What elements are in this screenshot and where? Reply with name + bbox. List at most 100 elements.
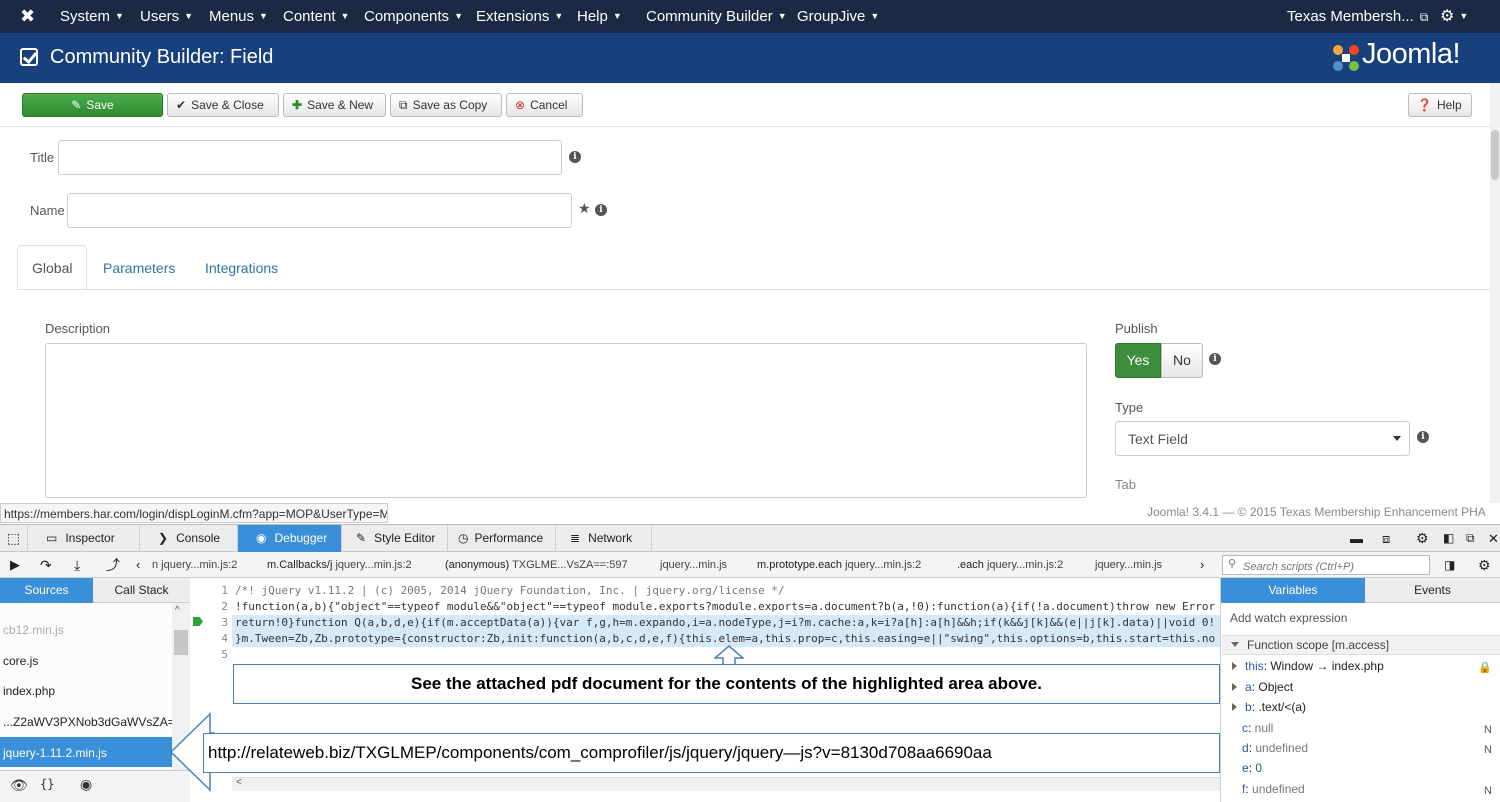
pick-element-icon[interactable]: ⬚ [0,525,28,552]
scrollbar-thumb[interactable] [174,630,188,655]
menu-system[interactable]: System ▼ [60,0,124,33]
search-scripts-input[interactable] [1222,555,1430,575]
menu-content[interactable]: Content ▼ [283,0,349,33]
tab-console[interactable]: ❯ Console [140,525,238,552]
toggle-panes-icon[interactable]: ◨ [1444,552,1455,578]
variable-row[interactable]: c: null N [1222,720,1500,740]
checkbox-edit-icon [20,48,38,66]
tab-style-editor[interactable]: ✎ Style Editor [342,525,448,552]
description-editor[interactable] [45,343,1087,498]
info-icon[interactable]: i [1209,353,1221,365]
tab-variables[interactable]: Variables [1221,578,1365,603]
site-link[interactable]: Texas Membersh... ⧉ [1287,0,1428,33]
scope-label: Function scope [m.access] [1247,638,1390,652]
debugger-options-gear-icon[interactable]: ⚙ [1478,552,1491,578]
menu-help[interactable]: Help ▼ [577,0,622,33]
blackbox-icon[interactable]: ◉ [80,776,92,793]
tab-call-stack[interactable]: Call Stack [93,578,190,603]
variable-row[interactable]: this: Window → index.php 🔒 [1222,658,1500,678]
variable-row[interactable]: d: undefined N [1222,740,1500,760]
menu-groupjive[interactable]: GroupJive ▼ [797,0,879,33]
menu-menus[interactable]: Menus ▼ [209,0,268,33]
resume-icon[interactable]: ▶ [10,552,20,578]
close-icon[interactable]: ✕ [1488,525,1500,552]
cancel-circle-icon: ⊗ [515,98,526,112]
tab-events[interactable]: Events [1365,578,1500,603]
add-watch-expression[interactable]: Add watch expression [1222,611,1500,631]
save-close-button[interactable]: ✔ Save & Close [167,93,279,117]
gear-icon[interactable]: ⚙ ▼ [1440,0,1468,33]
responsive-icon[interactable]: ⧈ [1382,525,1402,552]
tab-global[interactable]: Global [17,245,87,290]
tab-performance[interactable]: ◷ Performance [448,525,556,552]
menu-components[interactable]: Components ▼ [364,0,463,33]
step-in-icon[interactable]: ⤓ [74,552,80,578]
button-label: Save & Close [191,98,264,112]
chevron-left-icon[interactable]: ‹ [136,552,140,578]
variable-row[interactable]: a: Object [1222,679,1500,699]
publish-no-button[interactable]: No [1161,343,1203,378]
dock-bottom-icon[interactable]: ▬ [1350,525,1370,552]
variable-name: d [1242,741,1249,755]
cancel-button[interactable]: ⊗ Cancel [506,93,583,117]
step-over-icon[interactable]: ↷ [40,552,52,578]
popout-icon[interactable]: ⧉ [1466,525,1482,552]
settings-gear-icon[interactable]: ⚙ [1416,525,1436,552]
tab-inspector[interactable]: ▭ Inspector [28,525,140,552]
step-out-icon[interactable]: ⤴ [106,552,120,578]
info-icon[interactable]: i [569,151,581,163]
source-item-selected[interactable]: jquery-1.11.2.min.js [0,737,172,767]
line-number: 3 [221,616,228,629]
stack-crumb[interactable]: .each jquery...min.js:2 [957,552,1063,578]
help-button[interactable]: ❓ Help [1408,93,1472,117]
info-icon[interactable]: i [1417,431,1429,443]
source-item[interactable]: core.js [0,645,172,675]
inspector-icon: ▭ [46,531,58,545]
check-icon: ✔ [176,98,187,112]
expand-arrow-icon [1232,703,1237,711]
joomla-menu-icon[interactable]: ✖ [20,0,35,33]
tab-debugger[interactable]: ◉ Debugger [238,525,342,552]
tab-sources[interactable]: Sources [0,578,93,603]
source-item[interactable]: index.php [0,675,172,705]
chevron-right-icon[interactable]: › [1200,552,1204,578]
stack-crumb[interactable]: m.prototype.each jquery...min.js:2 [757,552,921,578]
menu-community-builder[interactable]: Community Builder ▼ [646,0,787,33]
tab-network[interactable]: ≣ Network [556,525,652,552]
source-item[interactable]: ...Z2aWV3PXNob3dGaWVsZA== [0,706,172,736]
variable-row[interactable]: b: .text/<(a) [1222,699,1500,719]
save-button[interactable]: ✎ Save [22,93,163,117]
stack-crumb[interactable]: jquery...min.js [1095,552,1162,578]
lock-icon: 🔒 [1478,662,1492,674]
name-input[interactable] [67,193,572,228]
tab-parameters[interactable]: Parameters [103,260,175,276]
variable-row[interactable]: f: undefined N [1222,781,1500,801]
scrollbar-thumb[interactable] [1491,130,1499,180]
menu-users[interactable]: Users ▼ [140,0,193,33]
menu-label: Users [140,8,180,25]
save-new-button[interactable]: ✚ Save & New [283,93,386,117]
save-copy-button[interactable]: ⧉ Save as Copy [390,93,502,117]
info-icon[interactable]: i [595,204,607,216]
variable-row[interactable]: e: 0 [1222,760,1500,780]
stack-crumb[interactable]: m.Callbacks/j jquery...min.js:2 [267,552,412,578]
dock-side-icon[interactable]: ◧ [1443,525,1459,552]
editor-scrollbar[interactable] [232,777,1220,791]
publish-yes-button[interactable]: Yes [1115,343,1161,378]
scroll-up-icon[interactable]: ^ [175,605,180,616]
menu-extensions[interactable]: Extensions ▼ [476,0,563,33]
source-item[interactable]: cb12.min.js [0,614,172,644]
code-line: !function(a,b){"object"==typeof module&&… [235,600,1216,613]
stack-crumb[interactable]: jquery...min.js [660,552,727,578]
annotation-note: See the attached pdf document for the co… [233,664,1220,704]
scope-header[interactable]: Function scope [m.access] [1222,635,1500,655]
type-select[interactable]: Text Field [1115,421,1410,456]
devtools-tabbar: ⬚ ▭ Inspector ❯ Console ◉ Debugger ✎ Style E… [0,524,1500,552]
tab-integrations[interactable]: Integrations [205,260,278,276]
stack-crumb[interactable]: n jquery...min.js:2 [152,552,237,578]
stack-crumb[interactable]: (anonymous) TXGLME...VsZA==:597 [445,552,628,578]
pretty-print-icon[interactable]: {} [40,777,54,791]
scroll-left-icon[interactable]: < [236,777,242,788]
eye-icon[interactable]: 👁 [10,777,28,794]
title-input[interactable] [58,140,562,175]
